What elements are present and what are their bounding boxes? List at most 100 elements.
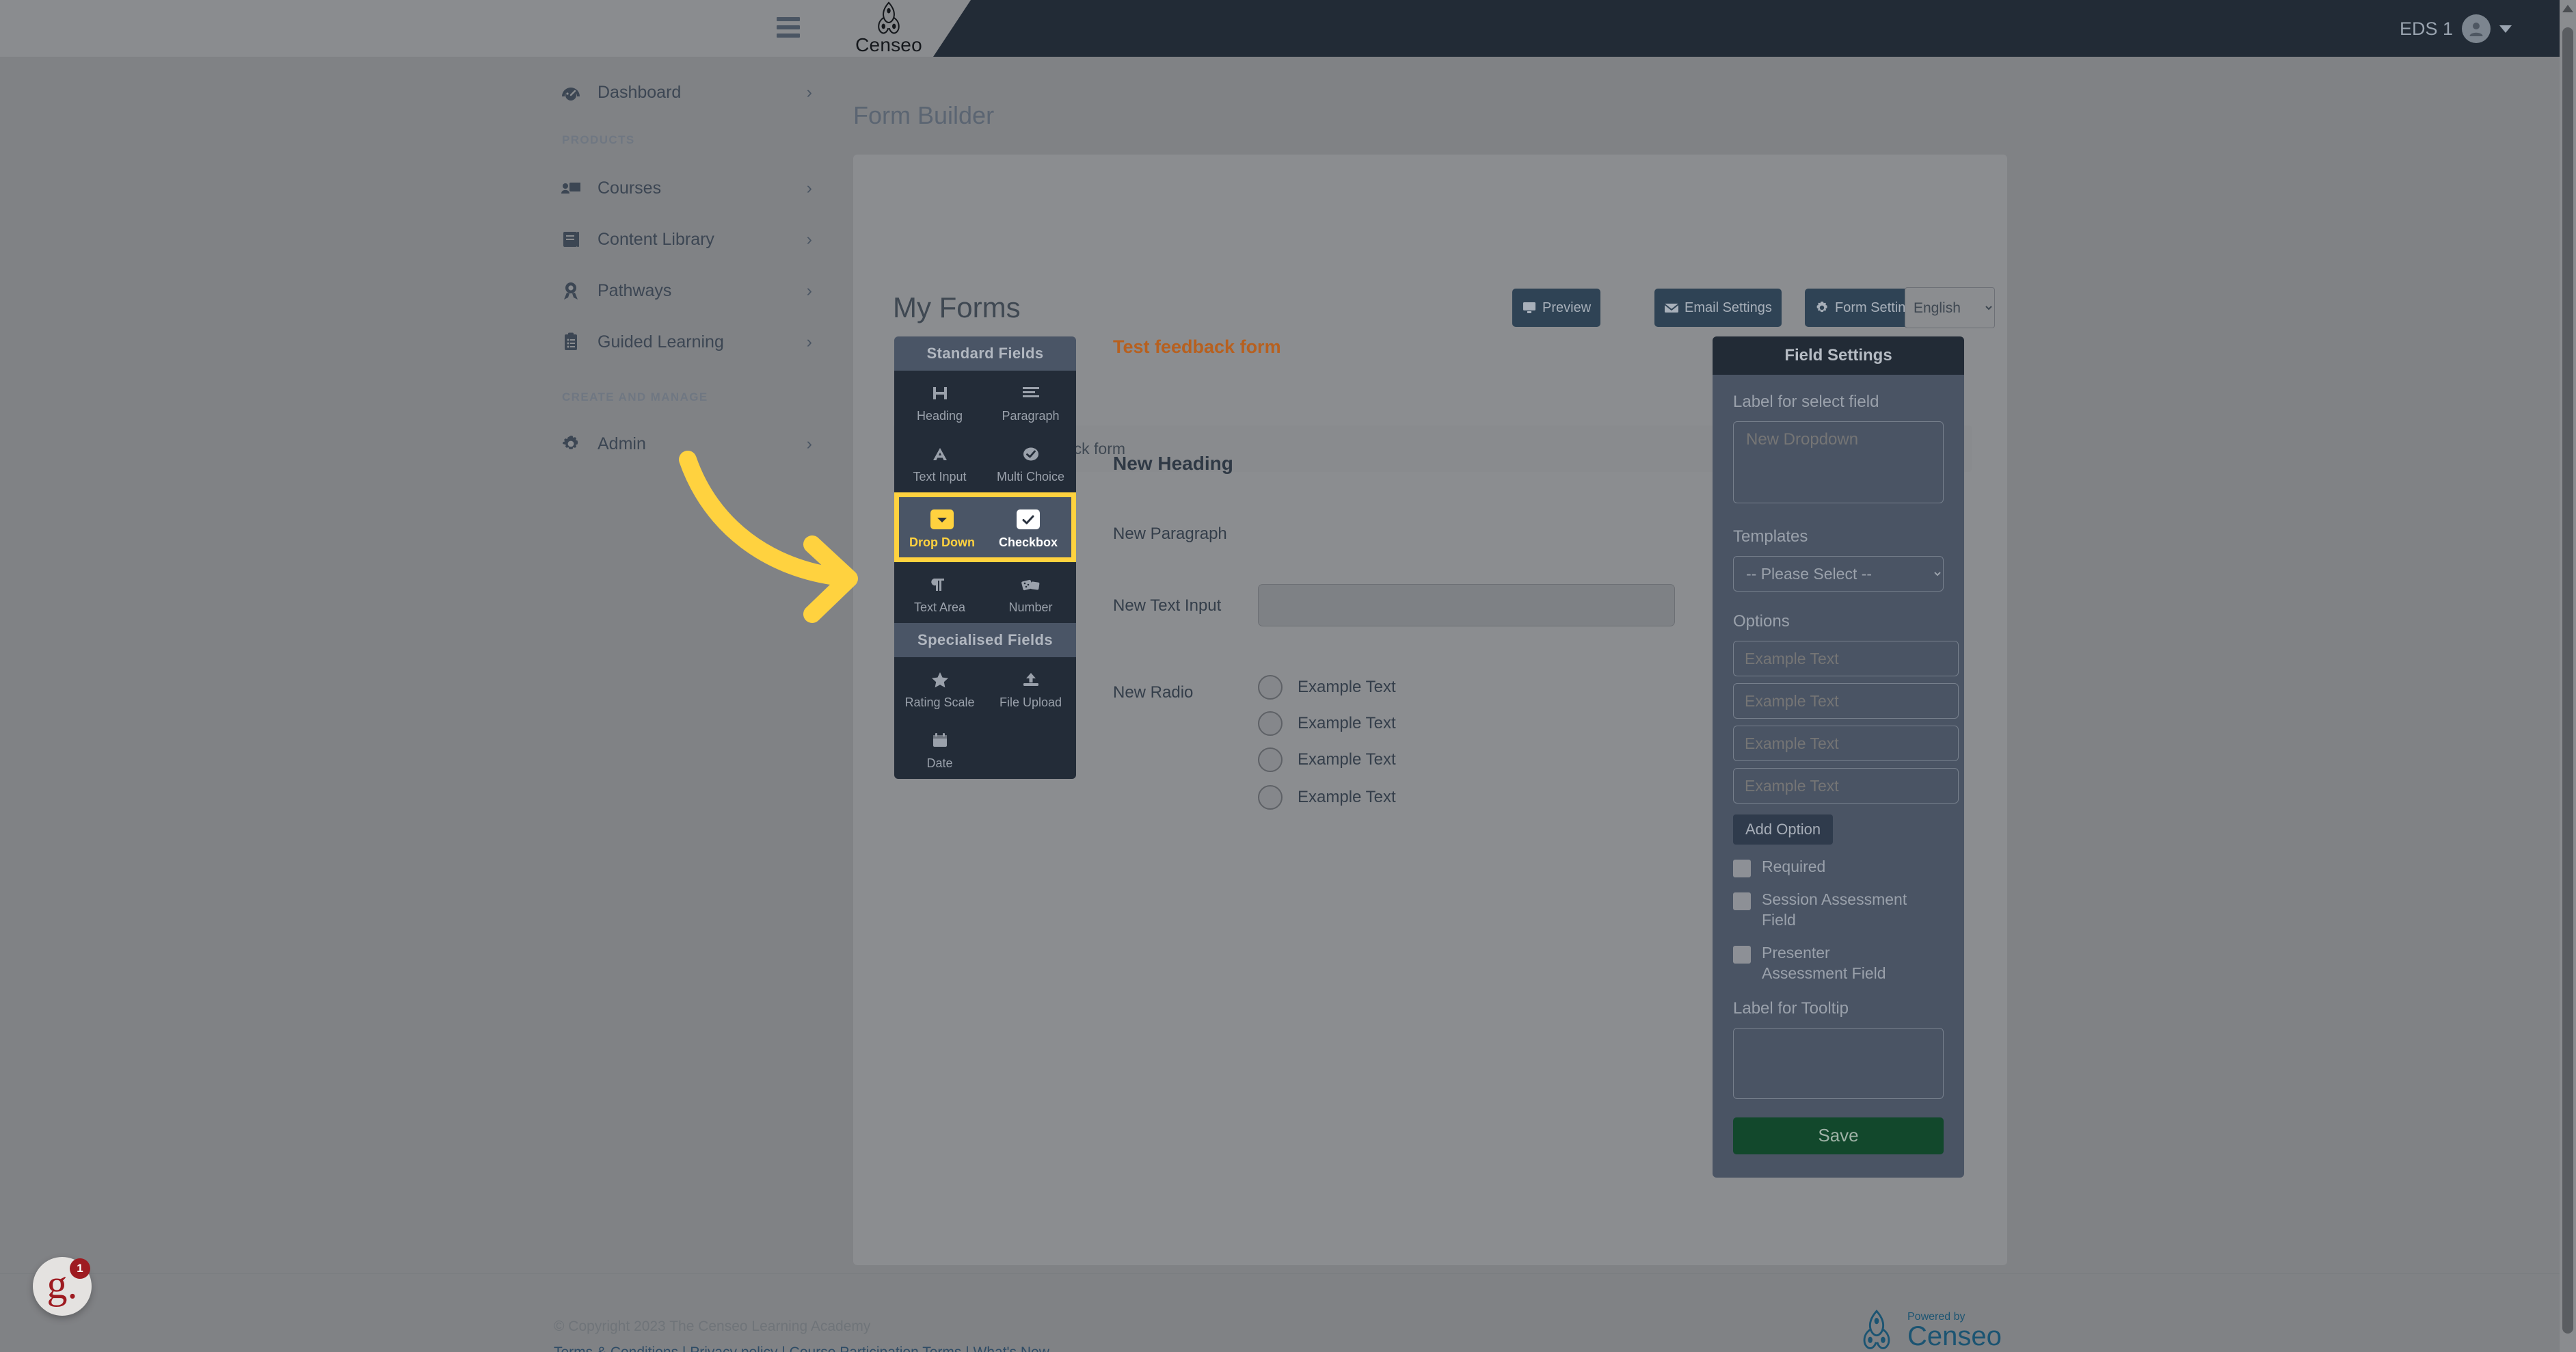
palette-item-drop-down[interactable]: Drop Down (899, 497, 985, 558)
browser-scrollbar[interactable] (2560, 0, 2576, 1352)
scrollbar-thumb[interactable] (2562, 27, 2573, 1334)
option-input[interactable] (1733, 768, 1959, 804)
label-for-select-field-label: Label for select field (1733, 393, 1879, 411)
scroll-up-arrow-icon[interactable] (2562, 5, 2573, 12)
palette-item-text-area[interactable]: Text Area (894, 562, 985, 623)
palette-item-date[interactable]: Date (894, 718, 985, 779)
page-title: Form Builder (853, 101, 995, 129)
sidebar-group-products: PRODUCTS (562, 133, 635, 146)
sidebar-item-label: Dashboard (598, 82, 682, 102)
checkbox-check-icon (985, 508, 1071, 531)
save-button[interactable]: Save (1733, 1117, 1944, 1154)
palette-item-number[interactable]: Number (985, 562, 1076, 623)
palette-item-rating-scale[interactable]: Rating Scale (894, 657, 985, 718)
checkbox-label: Required (1762, 858, 1826, 875)
form-radio-option[interactable]: Example Text (1258, 747, 1396, 772)
preview-button[interactable]: Preview (1512, 289, 1601, 327)
checkbox-icon[interactable] (1733, 945, 1751, 964)
palette-item-label: Text Input (913, 469, 967, 483)
footer-links[interactable]: Terms & Conditions | Privacy policy | Co… (554, 1344, 1049, 1352)
user-menu[interactable]: EDS 1 (2400, 14, 2512, 44)
form-field-radio-label: New Radio (1113, 683, 1194, 702)
sidebar-item-label: Admin (598, 434, 646, 453)
standard-fields-body: Heading Paragraph Text Input Multi Choic… (894, 371, 1076, 624)
language-select[interactable]: English (1905, 287, 1995, 328)
hamburger-menu-icon[interactable] (777, 17, 800, 38)
book-icon (561, 229, 598, 250)
palette-item-file-upload[interactable]: File Upload (985, 657, 1076, 718)
palette-highlight-group: Drop Down Checkbox (894, 492, 1076, 563)
palette-row: Text Area Number (894, 562, 1076, 623)
chevron-down-icon[interactable] (2499, 25, 2512, 33)
sidebar-item-guided-learning[interactable]: Guided Learning › (561, 321, 812, 362)
checkbox-icon[interactable] (1733, 892, 1751, 910)
radio-button-icon[interactable] (1258, 785, 1283, 810)
powered-by-name: Censeo (1907, 1321, 2002, 1351)
presenter-assessment-checkbox-row[interactable]: Presenter Assessment Field (1733, 943, 1944, 984)
checkbox-icon[interactable] (1733, 860, 1751, 877)
chat-badge-count: 1 (70, 1258, 90, 1279)
form-canvas: Test feedback form New Heading New Parag… (1113, 336, 1694, 810)
app-root: Censeo EDS 1 Dashboard › PRODUCTS Course… (0, 0, 2576, 1352)
logo-text: Censeo (855, 34, 922, 55)
palette-item-text-input[interactable]: Text Input (894, 432, 985, 492)
option-input[interactable] (1733, 726, 1959, 761)
form-radio-option[interactable]: Example Text (1258, 711, 1396, 736)
email-settings-button[interactable]: Email Settings (1654, 289, 1782, 327)
palette-item-heading[interactable]: Heading (894, 371, 985, 432)
palette-item-checkbox[interactable]: Checkbox (985, 497, 1071, 558)
form-field-paragraph[interactable]: New Paragraph (1113, 525, 1227, 544)
copyright-text: © Copyright 2023 The Censeo Learning Aca… (554, 1318, 871, 1334)
form-radio-option[interactable]: Example Text (1258, 675, 1396, 700)
chat-widget-button[interactable]: g. 1 (33, 1257, 92, 1316)
form-field-heading[interactable]: New Heading (1113, 453, 1233, 475)
palette-row: Date (894, 718, 1076, 779)
fields-palette: Standard Fields Heading Paragraph Text I… (894, 336, 1076, 779)
radio-button-icon[interactable] (1258, 675, 1283, 700)
add-option-button[interactable]: Add Option (1733, 814, 1834, 845)
section-title: My Forms (893, 291, 1021, 323)
option-input[interactable] (1733, 641, 1959, 676)
radio-button-icon[interactable] (1258, 747, 1283, 772)
sidebar-item-admin[interactable]: Admin › (561, 423, 812, 464)
radio-option-label: Example Text (1298, 750, 1396, 769)
session-assessment-checkbox-row[interactable]: Session Assessment Field (1733, 890, 1944, 931)
sidebar-item-content-library[interactable]: Content Library › (561, 219, 812, 260)
palette-item-paragraph[interactable]: Paragraph (985, 371, 1076, 432)
sidebar-item-pathways[interactable]: Pathways › (561, 270, 812, 311)
pilcrow-icon (894, 573, 985, 596)
form-field-text-input[interactable] (1258, 584, 1675, 626)
label-for-select-field-input[interactable] (1733, 421, 1944, 503)
palette-row: Text Input Multi Choice (894, 432, 1076, 492)
sidebar-item-dashboard[interactable]: Dashboard › (561, 72, 812, 113)
palette-item-label: Checkbox (998, 535, 1058, 549)
required-checkbox-row[interactable]: Required (1733, 857, 1944, 877)
templates-select[interactable]: -- Please Select -- (1733, 556, 1944, 592)
radio-option-label: Example Text (1298, 678, 1396, 696)
checkbox-label: Presenter Assessment Field (1762, 943, 1886, 982)
checkbox-label: Session Assessment Field (1762, 890, 1907, 929)
sidebar-item-label: Pathways (598, 280, 672, 300)
gear-icon (561, 434, 598, 454)
form-radio-option[interactable]: Example Text (1258, 785, 1396, 810)
clipboard-list-icon (561, 332, 598, 352)
censeo-rocket-logo[interactable]: Censeo (840, 1, 938, 56)
options-label: Options (1733, 612, 1790, 631)
palette-empty-cell (985, 718, 1076, 779)
footer-divider (0, 1273, 2560, 1274)
user-name-label: EDS 1 (2399, 18, 2453, 39)
palette-item-label: Multi Choice (996, 469, 1065, 483)
option-input[interactable] (1733, 683, 1959, 719)
calendar-icon (894, 729, 985, 752)
radio-button-icon[interactable] (1258, 711, 1283, 736)
sidebar-group-create-and-manage: CREATE AND MANAGE (562, 390, 708, 403)
palette-row: Heading Paragraph (894, 371, 1076, 432)
palette-item-label: Rating Scale (904, 695, 975, 710)
top-bar: Censeo EDS 1 (0, 0, 2560, 57)
tooltip-input[interactable] (1733, 1027, 1944, 1099)
palette-item-label: Heading (916, 409, 963, 423)
dashboard-gauge-icon (561, 82, 598, 103)
sidebar-item-courses[interactable]: Courses › (561, 168, 812, 209)
chevron-right-icon: › (806, 434, 812, 453)
palette-item-multi-choice[interactable]: Multi Choice (985, 432, 1076, 492)
